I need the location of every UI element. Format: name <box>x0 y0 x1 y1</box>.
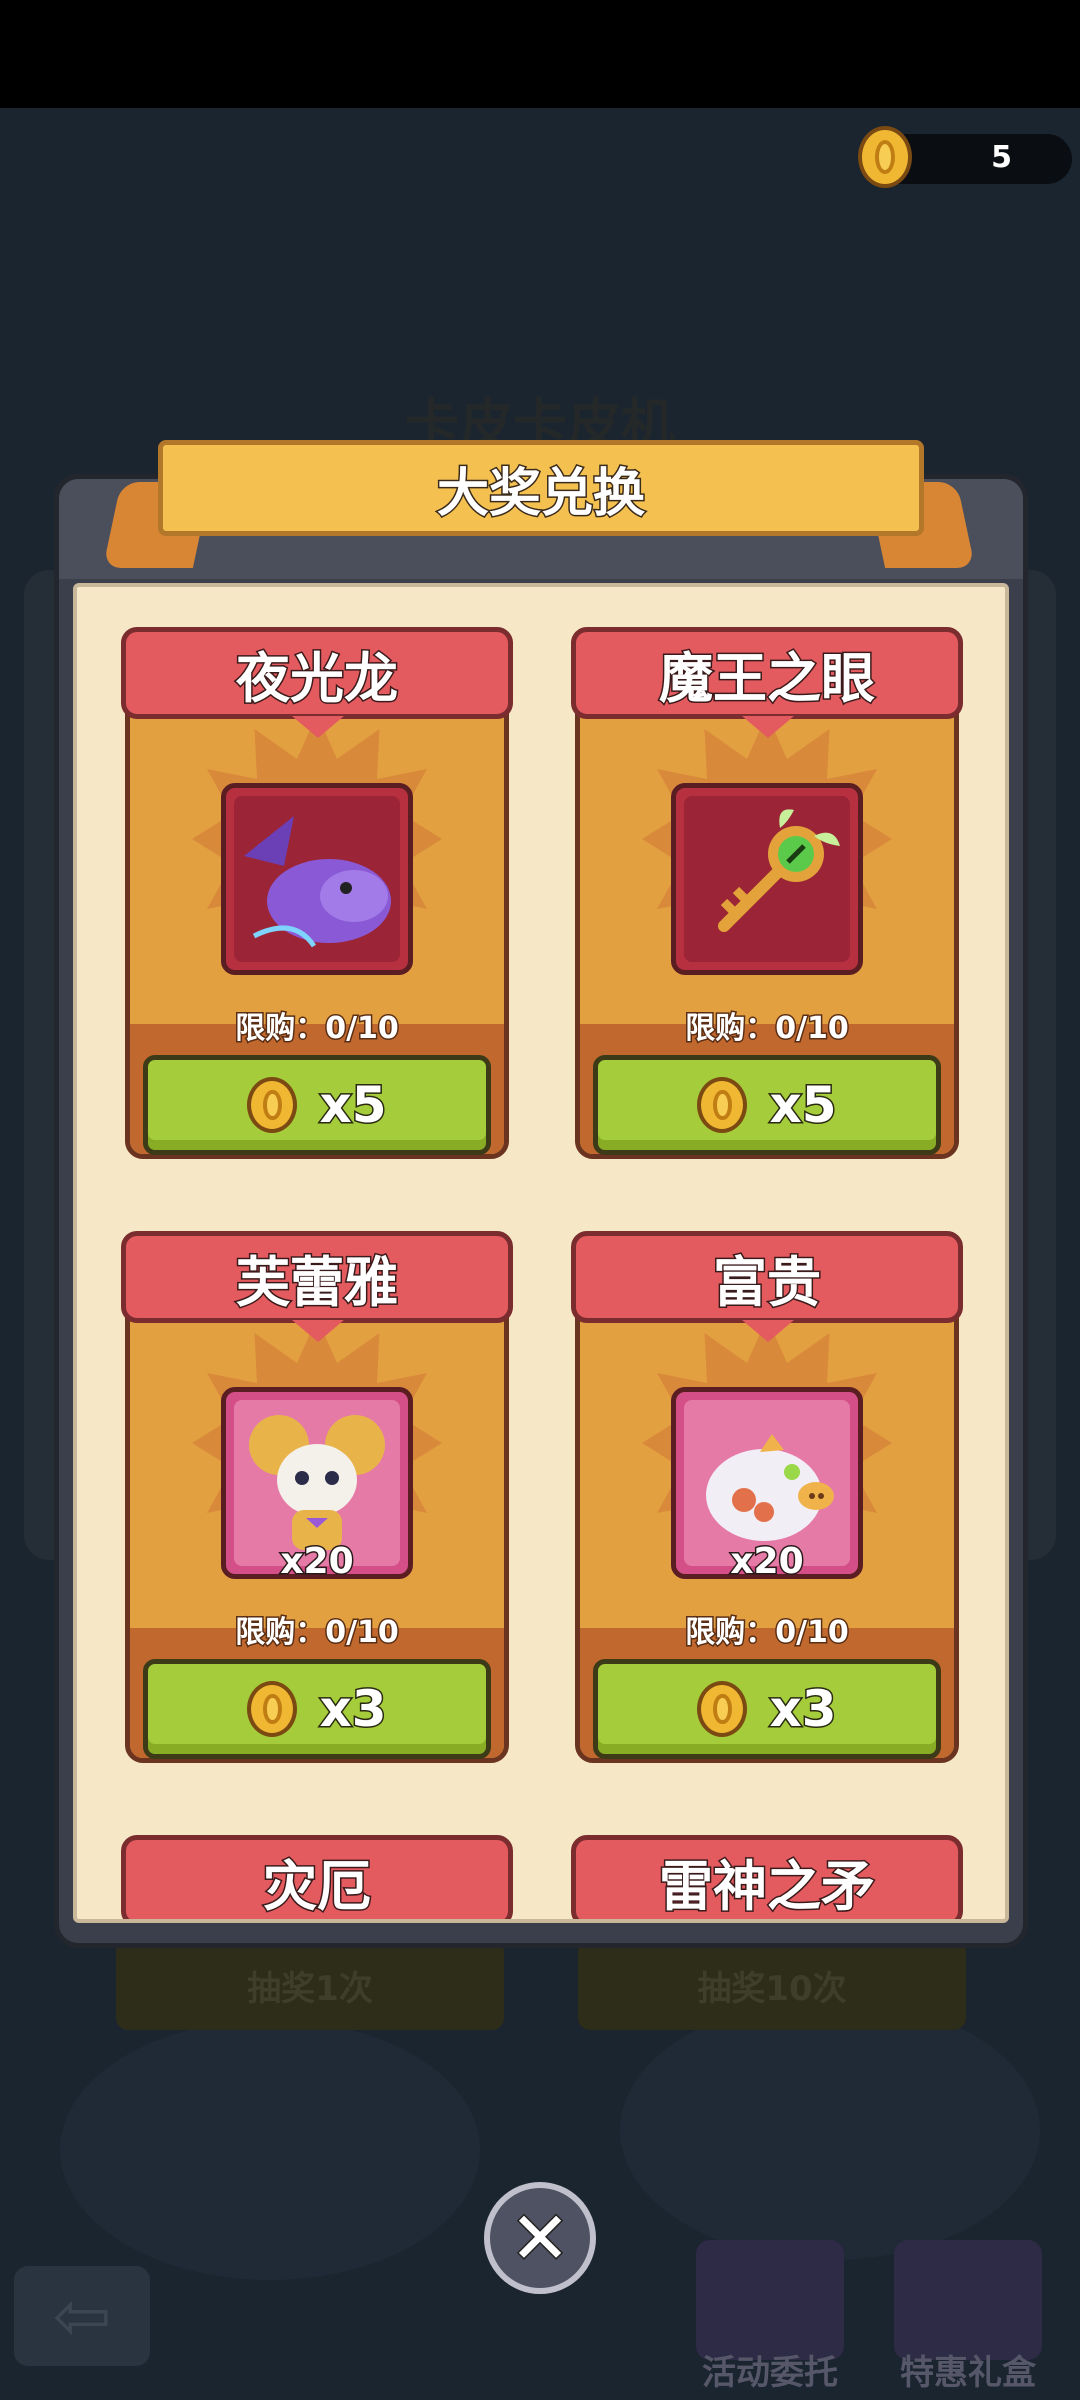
card-name-box: 魔王之眼 <box>571 627 963 738</box>
card-name: 富贵 <box>712 1249 823 1315</box>
purchase-limit: 限购：0/10 <box>234 1614 401 1652</box>
redeem-button[interactable]: x5 <box>143 1055 491 1155</box>
reward-card-calamity: 灾厄 <box>121 1835 513 1919</box>
coin-count: 5 <box>991 140 1012 175</box>
price-label: x5 <box>318 1075 388 1136</box>
event-commission-label: 活动委托 <box>702 2353 838 2393</box>
close-button[interactable]: ✕ <box>484 2182 596 2294</box>
clipboard-icon <box>696 2240 844 2360</box>
redeem-button[interactable]: x5 <box>593 1055 941 1155</box>
item-quantity: x20 <box>279 1540 355 1584</box>
card-name-box: 富贵 <box>571 1231 963 1342</box>
close-icon: ✕ <box>508 2196 571 2280</box>
card-name: 雷神之矛 <box>658 1853 877 1919</box>
price-label: x3 <box>768 1679 838 1740</box>
special-gift-button: 特惠礼盒 <box>878 2240 1058 2393</box>
back-button: ⇦ <box>14 2266 150 2366</box>
coin-counter: 5 <box>858 126 1072 188</box>
redeem-button[interactable]: x3 <box>143 1659 491 1759</box>
coin-icon <box>697 1681 748 1737</box>
special-gift-label: 特惠礼盒 <box>900 2353 1036 2393</box>
coin-icon <box>697 1077 748 1133</box>
background-cloud <box>60 2020 480 2280</box>
coin-icon <box>858 126 912 188</box>
card-name: 魔王之眼 <box>658 645 877 711</box>
reward-list[interactable]: 夜光龙 限购：0/10 x5 魔王之眼 限购：0/10 x5 芙蕾雅 x20 限… <box>73 583 1009 1923</box>
purchase-limit: 限购：0/10 <box>234 1010 401 1048</box>
coin-icon <box>247 1681 298 1737</box>
card-name-box: 灾厄 <box>121 1835 513 1919</box>
item-frame[interactable] <box>221 783 413 975</box>
reward-card-demon-eye: 魔王之眼 限购：0/10 x5 <box>571 627 963 1161</box>
purchase-limit: 限购：0/10 <box>684 1614 851 1652</box>
prize-exchange-dialog: 夜光龙 限购：0/10 x5 魔王之眼 限购：0/10 x5 芙蕾雅 x20 限… <box>54 474 1028 1948</box>
reward-card-night-dragon: 夜光龙 限购：0/10 x5 <box>121 627 513 1161</box>
redeem-button[interactable]: x3 <box>593 1659 941 1759</box>
coin-icon <box>247 1077 298 1133</box>
draw-once-button: 抽奖1次 <box>116 1940 504 2030</box>
background-cloud <box>620 2000 1040 2260</box>
gift-box-icon <box>894 2240 1042 2360</box>
card-name: 灾厄 <box>262 1853 373 1919</box>
purple-dragon-icon <box>234 796 400 962</box>
card-name: 夜光龙 <box>235 645 400 711</box>
card-name-box: 芙蕾雅 <box>121 1231 513 1342</box>
card-name: 芙蕾雅 <box>235 1249 400 1315</box>
purchase-limit: 限购：0/10 <box>684 1010 851 1048</box>
price-label: x5 <box>768 1075 838 1136</box>
title-banner: 大奖兑换 <box>158 440 924 536</box>
dialog-title: 大奖兑换 <box>435 462 646 525</box>
draw-ten-button: 抽奖10次 <box>578 1940 966 2030</box>
price-label: x3 <box>318 1679 388 1740</box>
reward-card-freya: 芙蕾雅 x20 限购：0/10 x3 <box>121 1231 513 1765</box>
reward-card-thunder-spear: 雷神之矛 <box>571 1835 963 1919</box>
card-name-box: 夜光龙 <box>121 627 513 738</box>
event-commission-button: 活动委托 <box>680 2240 860 2393</box>
eye-key-icon <box>684 796 850 962</box>
status-bar <box>0 0 1080 108</box>
item-frame[interactable] <box>671 783 863 975</box>
card-name-box: 雷神之矛 <box>571 1835 963 1919</box>
reward-card-fortune: 富贵 x20 限购：0/10 x3 <box>571 1231 963 1765</box>
item-quantity: x20 <box>729 1540 805 1584</box>
